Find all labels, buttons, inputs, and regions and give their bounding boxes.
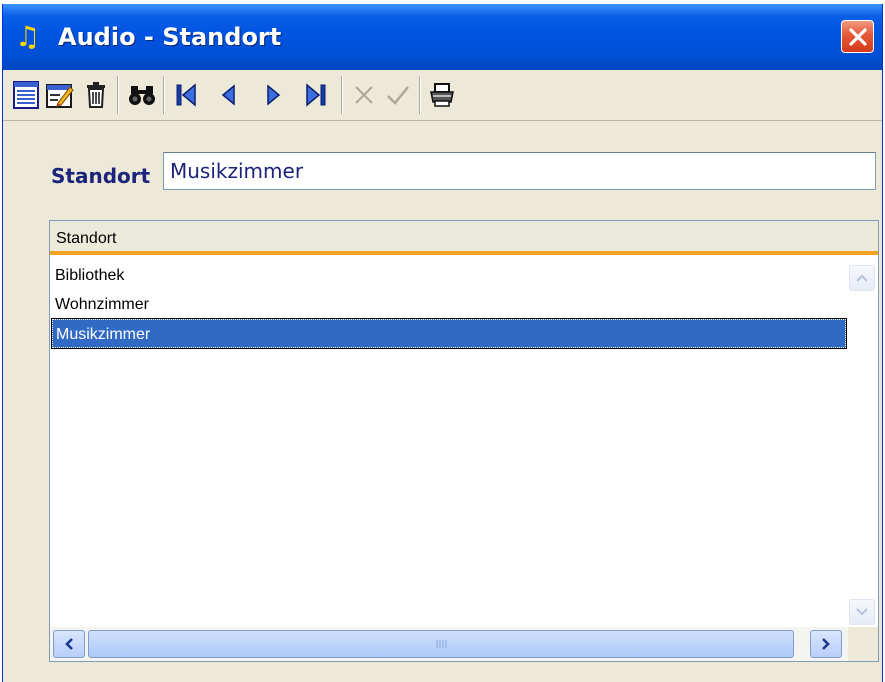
close-icon <box>849 28 867 46</box>
scroll-down-button[interactable] <box>849 599 875 625</box>
printer-icon <box>430 83 454 107</box>
horizontal-scrollbar[interactable] <box>50 627 878 661</box>
scroll-left-button[interactable] <box>53 630 85 658</box>
scroll-up-button[interactable] <box>849 265 875 291</box>
last-record-icon <box>306 83 326 107</box>
window-title: Audio - Standort <box>58 23 282 51</box>
chevron-up-icon <box>856 274 868 282</box>
chevron-right-icon <box>822 638 830 650</box>
previous-record-button[interactable] <box>213 79 243 111</box>
edit-button[interactable] <box>45 79 75 111</box>
print-button[interactable] <box>427 79 457 111</box>
table-row[interactable]: Wohnzimmer <box>52 290 846 319</box>
last-record-button[interactable] <box>301 79 331 111</box>
table-row[interactable]: Bibliothek <box>52 261 846 290</box>
cancel-button[interactable] <box>349 79 379 111</box>
search-button[interactable] <box>127 79 157 111</box>
standort-label: Standort <box>51 164 151 188</box>
previous-record-icon <box>221 84 235 106</box>
first-record-icon <box>176 83 196 107</box>
binoculars-icon <box>129 86 155 105</box>
column-header-standort[interactable]: Standort <box>56 230 116 248</box>
cancel-icon <box>355 86 373 104</box>
music-note-icon: ♫ <box>15 20 41 53</box>
standort-grid[interactable]: Standort Bibliothek Wohnzimmer Musikzimm… <box>49 220 879 662</box>
table-row-selected[interactable]: Musikzimmer <box>51 318 847 349</box>
grid-rows: Bibliothek Wohnzimmer Musikzimmer <box>51 261 847 349</box>
scroll-right-button[interactable] <box>810 630 842 658</box>
standort-input[interactable] <box>163 152 876 190</box>
title-bar[interactable]: ♫ Audio - Standort <box>3 4 882 70</box>
first-record-button[interactable] <box>171 79 201 111</box>
next-record-button[interactable] <box>259 79 289 111</box>
toolbar-separator <box>163 76 165 114</box>
list-icon <box>13 81 39 109</box>
grip-icon <box>436 640 447 648</box>
audio-standort-window: ♫ Audio - Standort Standort Musikzimmer … <box>2 4 883 682</box>
trash-icon <box>87 82 105 108</box>
scroll-thumb[interactable] <box>88 630 794 658</box>
next-record-icon <box>267 84 281 106</box>
chevron-down-icon <box>856 608 868 616</box>
edit-form-icon <box>46 84 74 108</box>
toolbar-separator <box>341 76 343 114</box>
delete-button[interactable] <box>81 79 111 111</box>
vertical-scrollbar[interactable] <box>848 261 876 629</box>
confirm-button[interactable] <box>383 79 413 111</box>
checkmark-icon <box>387 86 409 105</box>
close-button[interactable] <box>841 20 874 53</box>
toolbar-separator <box>117 76 119 114</box>
scrollbar-corner <box>848 627 878 661</box>
chevron-left-icon <box>65 638 73 650</box>
toolbar-separator <box>419 76 421 114</box>
grid-header: Standort <box>50 221 878 255</box>
toolbar <box>3 70 882 121</box>
list-view-button[interactable] <box>11 79 41 111</box>
